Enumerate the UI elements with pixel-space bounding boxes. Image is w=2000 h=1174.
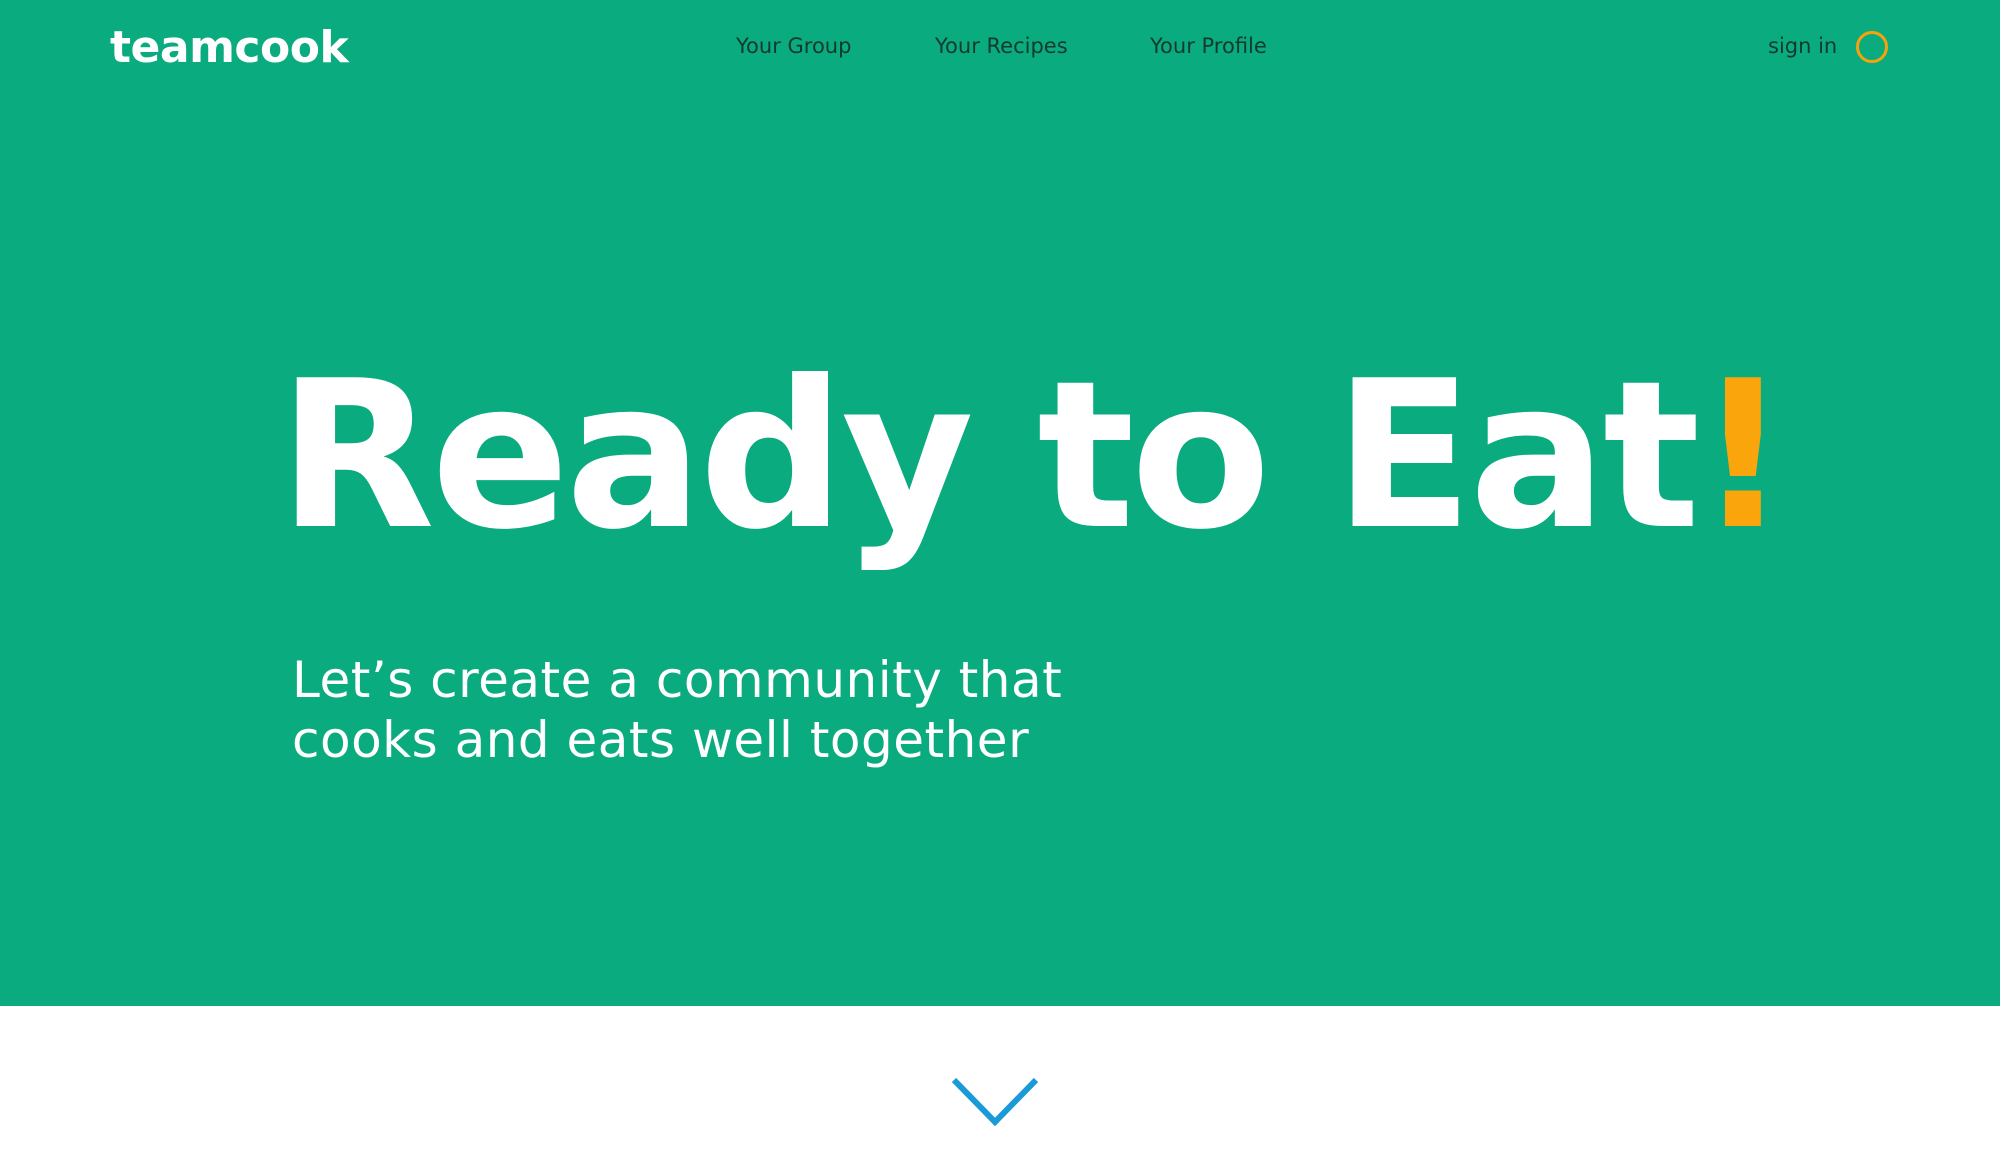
tagline-line-1: Let’s create a community that	[292, 651, 1063, 709]
user-circle-icon[interactable]	[1856, 31, 1888, 63]
nav-item-your-recipes[interactable]: Your Recipes	[935, 34, 1068, 58]
sign-in-link[interactable]: sign in	[1768, 34, 1837, 58]
tagline-line-2: cooks and eats well together	[292, 711, 1030, 769]
hero-section: teamcook Your Group Your Recipes Your Pr…	[0, 0, 2000, 1006]
hero-headline: Ready to Eat!	[278, 355, 1789, 559]
chevron-down-icon[interactable]	[950, 1075, 1040, 1130]
nav-item-your-profile[interactable]: Your Profile	[1150, 34, 1267, 58]
nav-item-your-group[interactable]: Your Group	[736, 34, 851, 58]
brand-logo[interactable]: teamcook	[110, 22, 349, 73]
headline-exclamation: !	[1696, 338, 1790, 575]
headline-text: Ready to Eat	[278, 338, 1700, 575]
chevron-stroke	[951, 1077, 1039, 1127]
hero-tagline: Let’s create a community that cooks and …	[292, 650, 1152, 770]
